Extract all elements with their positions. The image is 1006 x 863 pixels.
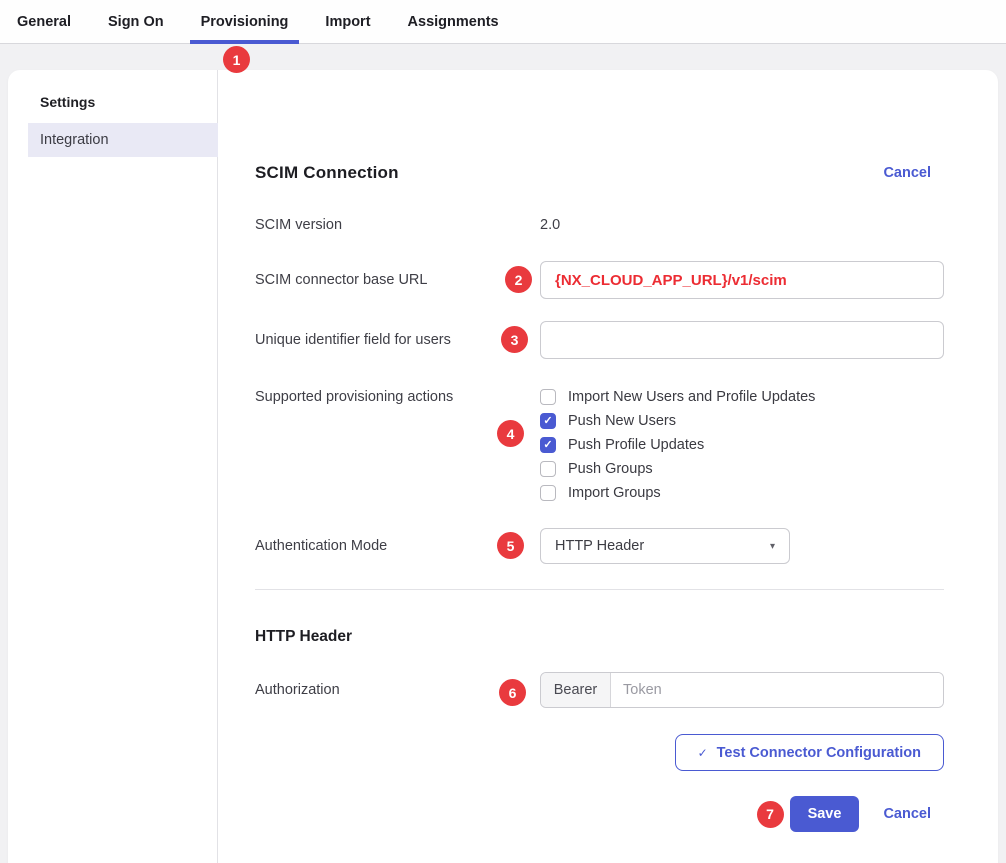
unique-id-input[interactable] xyxy=(540,321,944,359)
scim-version-value: 2.0 xyxy=(540,215,560,235)
checkbox-icon[interactable]: ✓ xyxy=(540,437,556,453)
scim-connection-form: SCIM Connection Cancel SCIM version 2.0 … xyxy=(218,70,998,863)
tab-import[interactable]: Import xyxy=(314,0,381,43)
authorization-input-group: Bearer xyxy=(540,672,944,708)
cancel-button[interactable]: Cancel xyxy=(883,806,931,822)
authorization-label: Authorization xyxy=(255,680,540,700)
provisioning-actions-label: Supported provisioning actions xyxy=(255,385,540,409)
checkbox-label: Push Profile Updates xyxy=(568,437,704,453)
tab-label: General xyxy=(17,14,71,30)
auth-mode-select[interactable]: HTTP Header ▾ xyxy=(540,528,790,564)
provisioning-card: Settings Integration SCIM Connection Can… xyxy=(8,70,998,863)
save-row: 7 Save Cancel xyxy=(255,796,944,832)
bearer-prefix: Bearer xyxy=(541,673,611,707)
auth-mode-selected-value: HTTP Header xyxy=(555,538,644,554)
step-badge-4: 4 xyxy=(497,420,524,447)
checkbox-label: Push New Users xyxy=(568,413,676,429)
sidebar-header: Settings xyxy=(40,94,217,110)
section-divider xyxy=(255,589,944,590)
checkbox-icon[interactable]: ✓ xyxy=(540,413,556,429)
tab-general[interactable]: General xyxy=(6,0,82,43)
step-badge-6: 6 xyxy=(499,679,526,706)
form-title-row: SCIM Connection Cancel xyxy=(255,163,944,183)
token-input[interactable] xyxy=(611,673,943,707)
checkbox-label: Import Groups xyxy=(568,485,661,501)
tab-label: Import xyxy=(325,14,370,30)
step-badge-2: 2 xyxy=(505,266,532,293)
chevron-down-icon: ▾ xyxy=(770,541,775,552)
step-badge-7: 7 xyxy=(757,801,784,828)
provisioning-actions-row: Supported provisioning actions 4 ✓ Impor… xyxy=(255,385,944,505)
tab-label: Sign On xyxy=(108,14,164,30)
tab-sign-on[interactable]: Sign On xyxy=(97,0,175,43)
step-badge-1: 1 xyxy=(223,46,250,73)
checkbox-icon[interactable]: ✓ xyxy=(540,461,556,477)
checkbox-label: Import New Users and Profile Updates xyxy=(568,389,815,405)
checkbox-row-import-groups[interactable]: ✓ Import Groups xyxy=(540,481,815,505)
tab-provisioning[interactable]: Provisioning xyxy=(190,0,300,43)
tab-assignments[interactable]: Assignments xyxy=(397,0,510,43)
checkbox-icon[interactable]: ✓ xyxy=(540,485,556,501)
scim-version-row: SCIM version 2.0 xyxy=(255,215,944,235)
test-connector-button[interactable]: ✓ Test Connector Configuration xyxy=(675,734,944,771)
scim-version-label: SCIM version xyxy=(255,215,540,235)
unique-id-row: Unique identifier field for users 3 xyxy=(255,321,944,359)
authorization-row: Authorization 6 Bearer xyxy=(255,672,944,708)
tab-label: Assignments xyxy=(408,14,499,30)
checkmark-icon: ✓ xyxy=(543,416,552,427)
tab-label: Provisioning xyxy=(201,14,289,30)
checkmark-icon: ✓ xyxy=(543,440,552,451)
base-url-row: SCIM connector base URL 2 xyxy=(255,261,944,299)
checkbox-row-push-profile-updates[interactable]: ✓ Push Profile Updates xyxy=(540,433,815,457)
base-url-input[interactable] xyxy=(540,261,944,299)
checkbox-row-push-new-users[interactable]: ✓ Push New Users xyxy=(540,409,815,433)
sidebar-item-label: Integration xyxy=(40,132,109,148)
settings-sidebar: Settings Integration xyxy=(8,70,218,863)
base-url-label: SCIM connector base URL xyxy=(255,270,540,290)
step-badge-5: 5 xyxy=(497,532,524,559)
checkbox-row-push-groups[interactable]: ✓ Push Groups xyxy=(540,457,815,481)
checkbox-label: Push Groups xyxy=(568,461,653,477)
step-badge-3: 3 xyxy=(501,326,528,353)
http-header-section-title: HTTP Header xyxy=(255,628,944,646)
cancel-link-top[interactable]: Cancel xyxy=(883,165,931,181)
save-button[interactable]: Save xyxy=(790,796,860,832)
unique-id-label: Unique identifier field for users xyxy=(255,330,540,350)
page-title: SCIM Connection xyxy=(255,163,399,183)
checkbox-icon[interactable]: ✓ xyxy=(540,389,556,405)
sidebar-item-integration[interactable]: Integration xyxy=(28,123,218,157)
auth-mode-row: Authentication Mode 5 HTTP Header ▾ xyxy=(255,528,944,564)
test-connector-row: ✓ Test Connector Configuration xyxy=(255,734,944,771)
checkbox-row-import-new-users[interactable]: ✓ Import New Users and Profile Updates xyxy=(540,385,815,409)
test-connector-label: Test Connector Configuration xyxy=(717,745,921,761)
provisioning-actions-list: ✓ Import New Users and Profile Updates ✓… xyxy=(540,385,815,505)
checkmark-icon: ✓ xyxy=(698,746,708,760)
app-tabbar: General Sign On Provisioning Import Assi… xyxy=(0,0,1006,44)
